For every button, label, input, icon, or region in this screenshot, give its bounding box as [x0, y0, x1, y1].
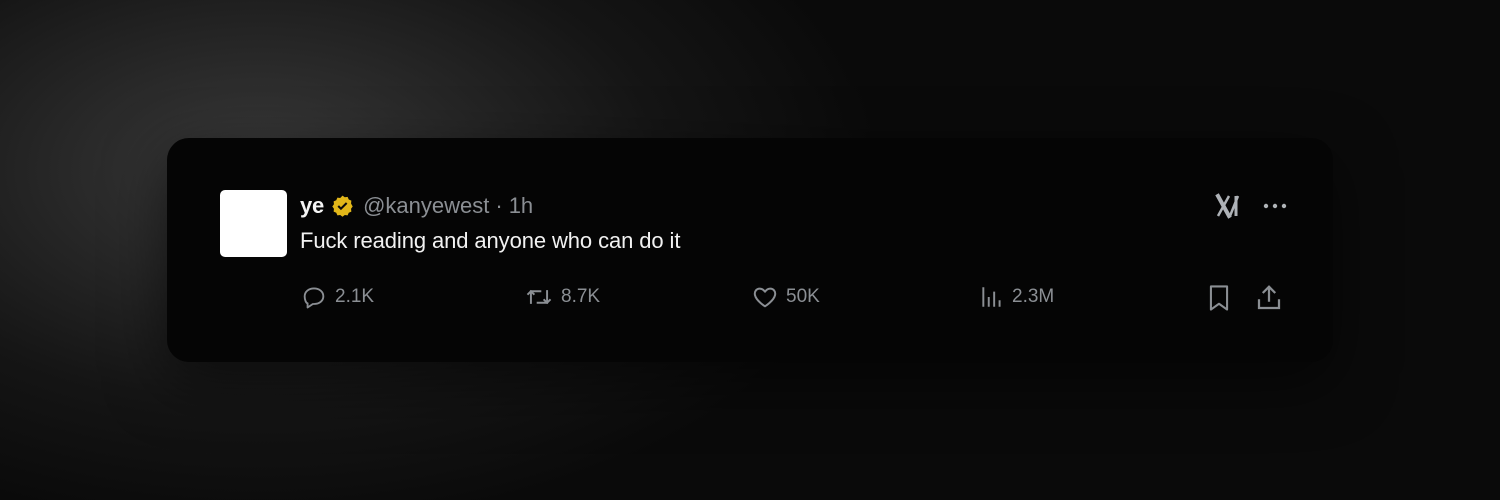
views-button[interactable]: 2.3M [979, 283, 1054, 311]
retweet-button[interactable]: 8.7K [524, 283, 600, 311]
tweet-card: ye @kanyewest · 1h Fuck reading and anyo… [167, 138, 1333, 362]
user-handle[interactable]: @kanyewest [363, 193, 489, 219]
share-button[interactable] [1254, 283, 1284, 318]
x-logo-icon[interactable] [1214, 192, 1244, 220]
display-name[interactable]: ye [300, 193, 324, 219]
separator-dot: · [495, 193, 503, 218]
tweet-top-actions [1214, 192, 1288, 220]
reply-button[interactable]: 2.1K [300, 283, 374, 311]
avatar[interactable] [220, 190, 287, 257]
bookmark-button[interactable] [1205, 283, 1233, 318]
retweet-icon [524, 283, 554, 311]
tweet-text: Fuck reading and anyone who can do it [300, 228, 681, 253]
more-icon[interactable] [1262, 201, 1288, 211]
reply-count: 2.1K [335, 286, 375, 307]
verified-badge-icon [330, 194, 355, 219]
share-icon [1254, 285, 1284, 317]
reply-icon [300, 283, 328, 311]
views-count: 2.3M [1012, 286, 1055, 307]
like-button[interactable]: 50K [751, 283, 820, 311]
timestamp[interactable]: 1h [509, 193, 533, 219]
retweet-count: 8.7K [561, 286, 601, 307]
tweet-header: ye @kanyewest · 1h [300, 192, 533, 220]
heart-icon [751, 283, 779, 311]
views-icon [979, 283, 1005, 311]
like-count: 50K [786, 286, 820, 307]
bookmark-icon [1205, 285, 1233, 317]
